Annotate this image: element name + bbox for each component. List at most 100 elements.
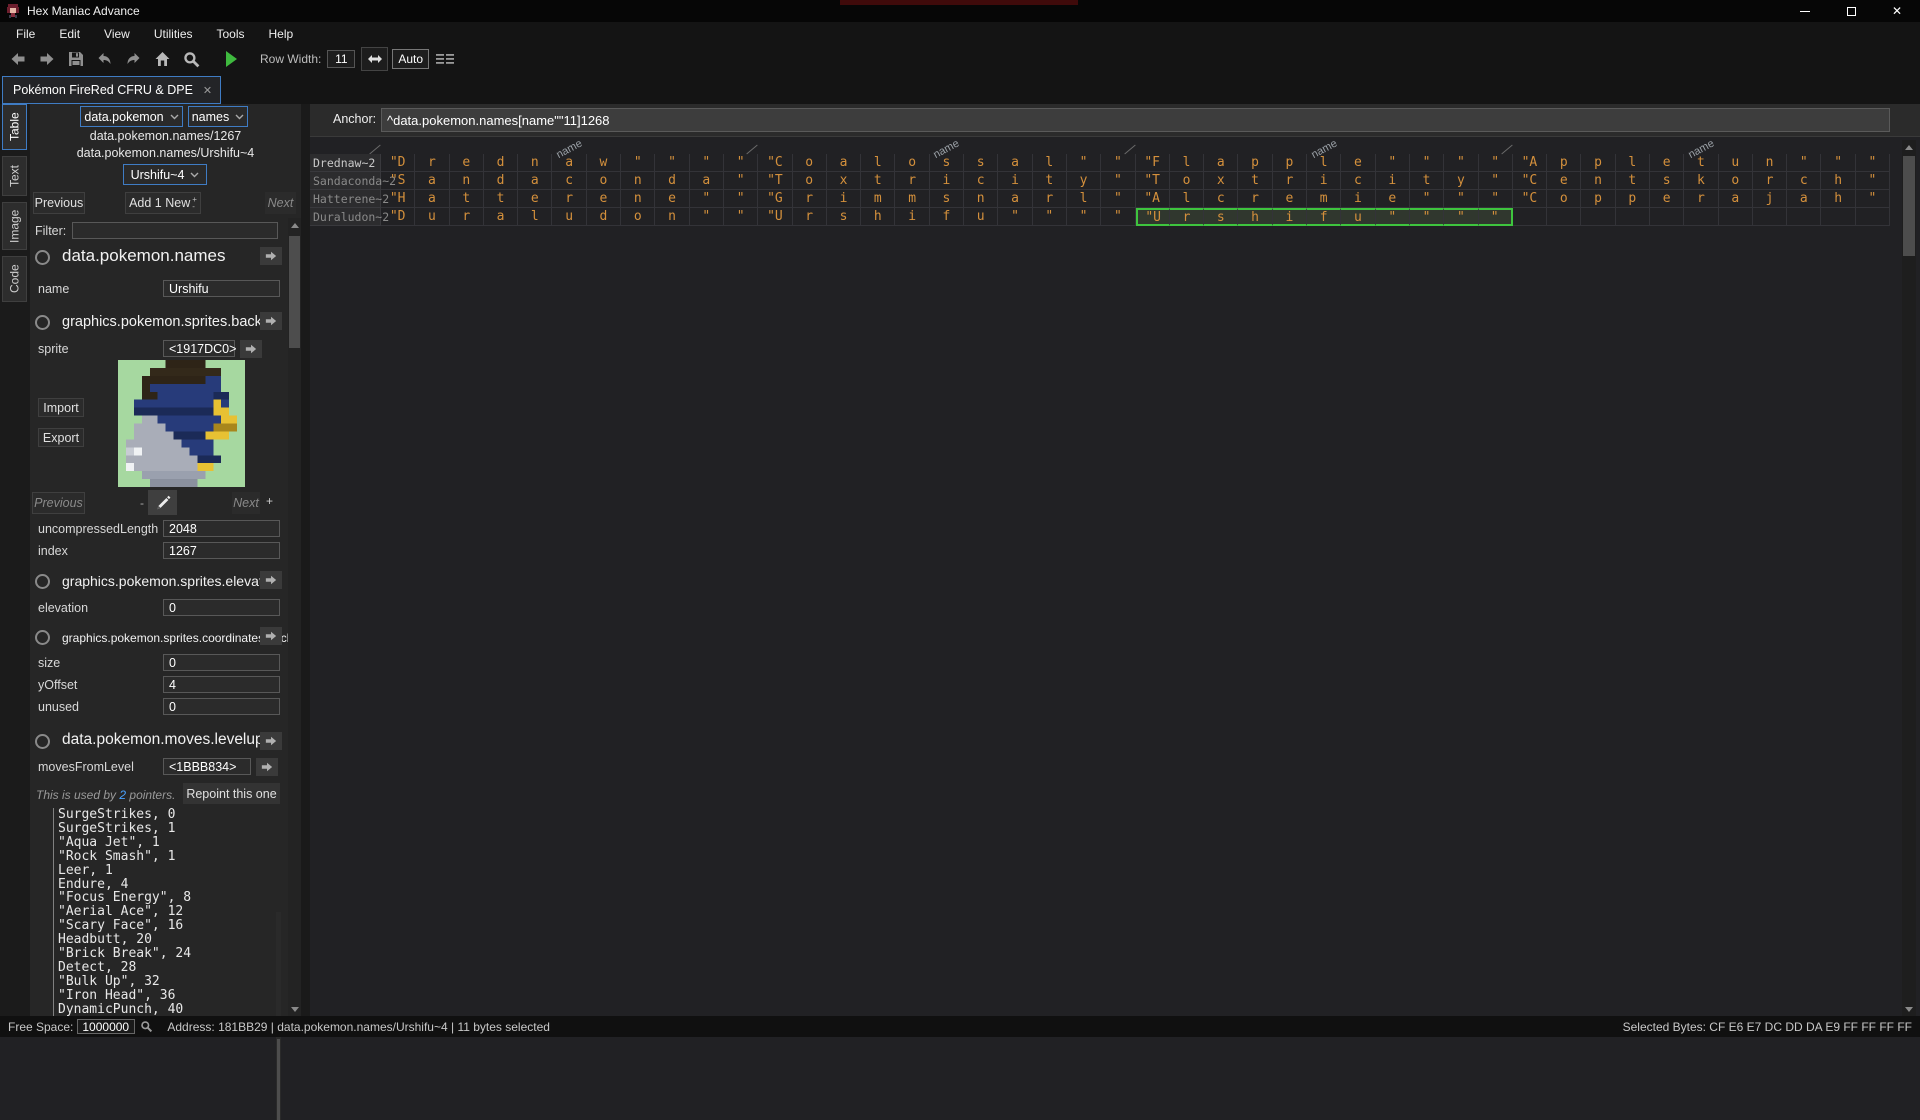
index-input[interactable]: 1267 (163, 542, 280, 559)
hex-cell[interactable]: c (1204, 190, 1238, 208)
size-input[interactable]: 0 (163, 654, 280, 671)
hex-cell[interactable]: n (450, 172, 484, 190)
moves-pointer-input[interactable]: <1BBB834> (163, 758, 251, 775)
hex-cell[interactable]: s (930, 190, 964, 208)
hex-cell[interactable]: " (1376, 154, 1410, 172)
hex-cell[interactable]: u (964, 208, 998, 226)
hex-cell[interactable]: d (655, 172, 689, 190)
hex-cell[interactable]: " (1101, 172, 1135, 190)
zoom-out-label[interactable]: - (140, 496, 144, 510)
hex-cell[interactable]: " (1856, 172, 1890, 190)
hex-cell[interactable]: " (1821, 154, 1855, 172)
hex-cell[interactable]: "D (381, 208, 415, 226)
field-dropdown[interactable]: names (188, 106, 248, 127)
scroll-up-arrow[interactable] (288, 218, 301, 232)
hex-cell[interactable]: l (1616, 154, 1650, 172)
hex-cell[interactable]: d (484, 172, 518, 190)
hex-cell[interactable]: s (964, 154, 998, 172)
scroll-up-arrow[interactable] (1902, 140, 1916, 154)
hex-cell[interactable]: d (484, 154, 518, 172)
hex-cell[interactable] (1821, 208, 1855, 226)
hex-cell[interactable]: o (895, 154, 929, 172)
coordinates-goto-button[interactable] (260, 627, 282, 645)
hex-cell[interactable]: p (1616, 190, 1650, 208)
undo-button[interactable] (91, 47, 118, 71)
hex-cell[interactable]: r (793, 190, 827, 208)
search-button[interactable] (178, 47, 205, 71)
scroll-down-arrow[interactable] (1902, 1002, 1916, 1016)
hex-cell[interactable]: h (1821, 190, 1855, 208)
hex-cell[interactable]: n (655, 208, 689, 226)
side-tab-table[interactable]: Table (2, 104, 27, 150)
hex-cell[interactable]: n (964, 190, 998, 208)
hex-cell[interactable]: o (1547, 190, 1581, 208)
unused-input[interactable]: 0 (163, 698, 280, 715)
elevation-input[interactable]: 0 (163, 599, 280, 616)
uncompressed-length-input[interactable]: 2048 (163, 520, 280, 537)
hex-cell[interactable] (1753, 208, 1787, 226)
hex-cell[interactable]: r (793, 208, 827, 226)
hex-cell[interactable] (1650, 208, 1684, 226)
hex-cell[interactable]: " (1376, 208, 1410, 226)
hex-cell[interactable]: n (518, 154, 552, 172)
hex-cell[interactable]: " (621, 154, 655, 172)
hex-cell[interactable]: e (1341, 154, 1375, 172)
column-mode-button[interactable] (431, 47, 458, 71)
hex-cell[interactable]: p (1273, 154, 1307, 172)
hex-cell[interactable]: y (1067, 172, 1101, 190)
maximize-button[interactable] (1828, 0, 1874, 22)
moves-goto-button[interactable] (256, 758, 278, 776)
sprite-pointer-input[interactable]: <1917DC0> (163, 340, 235, 357)
hex-cell[interactable]: " (690, 208, 724, 226)
next-page-button[interactable]: Next (232, 492, 260, 514)
hex-cell[interactable]: n (1753, 154, 1787, 172)
hex-cell[interactable]: l (1170, 190, 1204, 208)
hex-cell[interactable]: u (552, 208, 586, 226)
levelup-section-radio[interactable] (35, 734, 50, 749)
hex-cell[interactable]: " (1410, 154, 1444, 172)
hex-cell[interactable]: u (1719, 154, 1753, 172)
hex-cell[interactable]: h (861, 208, 895, 226)
hex-cell[interactable]: u (415, 208, 449, 226)
hex-cell[interactable]: e (1273, 190, 1307, 208)
hex-cell[interactable]: "U (758, 208, 792, 226)
hex-cell[interactable] (1719, 208, 1753, 226)
hex-cell[interactable]: a (484, 208, 518, 226)
hex-cell[interactable]: "F (1136, 154, 1170, 172)
hex-cell[interactable]: "U (1136, 208, 1170, 226)
hex-cell[interactable]: h (1821, 172, 1855, 190)
hex-cell[interactable]: " (724, 190, 758, 208)
side-tab-text[interactable]: Text (2, 156, 27, 196)
hex-cell[interactable]: p (1581, 154, 1615, 172)
hex-cell[interactable]: l (861, 154, 895, 172)
hex-cell[interactable]: a (518, 172, 552, 190)
hex-cell[interactable]: " (1479, 190, 1513, 208)
hex-cell[interactable]: " (1479, 208, 1513, 226)
hex-cell[interactable]: o (1719, 172, 1753, 190)
zoom-in-label[interactable]: + (266, 494, 273, 508)
hex-cell[interactable]: " (1033, 208, 1067, 226)
menu-item-help[interactable]: Help (257, 24, 306, 44)
hex-cell[interactable]: t (1238, 172, 1272, 190)
hex-cell[interactable]: " (1479, 172, 1513, 190)
hex-cell[interactable]: "C (1513, 172, 1547, 190)
element-dropdown[interactable]: Urshifu~4 (123, 164, 207, 185)
sprites-back-goto-button[interactable] (260, 312, 282, 330)
hex-cell[interactable]: p (1547, 154, 1581, 172)
yoffset-input[interactable]: 4 (163, 676, 280, 693)
menu-item-tools[interactable]: Tools (205, 24, 257, 44)
hex-cell[interactable]: i (1307, 172, 1341, 190)
hex-cell[interactable]: " (1444, 190, 1478, 208)
hex-cell[interactable]: w (587, 154, 621, 172)
hex-cell[interactable]: "T (758, 172, 792, 190)
hex-cell[interactable]: "C (1513, 190, 1547, 208)
filter-input[interactable] (72, 222, 278, 239)
hex-cell[interactable]: " (1067, 154, 1101, 172)
hex-cell[interactable]: " (690, 190, 724, 208)
side-tab-image[interactable]: Image (2, 202, 27, 250)
menu-item-view[interactable]: View (92, 24, 142, 44)
hex-cell[interactable]: " (1410, 208, 1444, 226)
hex-cell[interactable]: x (1204, 172, 1238, 190)
hex-cell[interactable]: "A (1513, 154, 1547, 172)
hex-cell[interactable]: r (1753, 172, 1787, 190)
